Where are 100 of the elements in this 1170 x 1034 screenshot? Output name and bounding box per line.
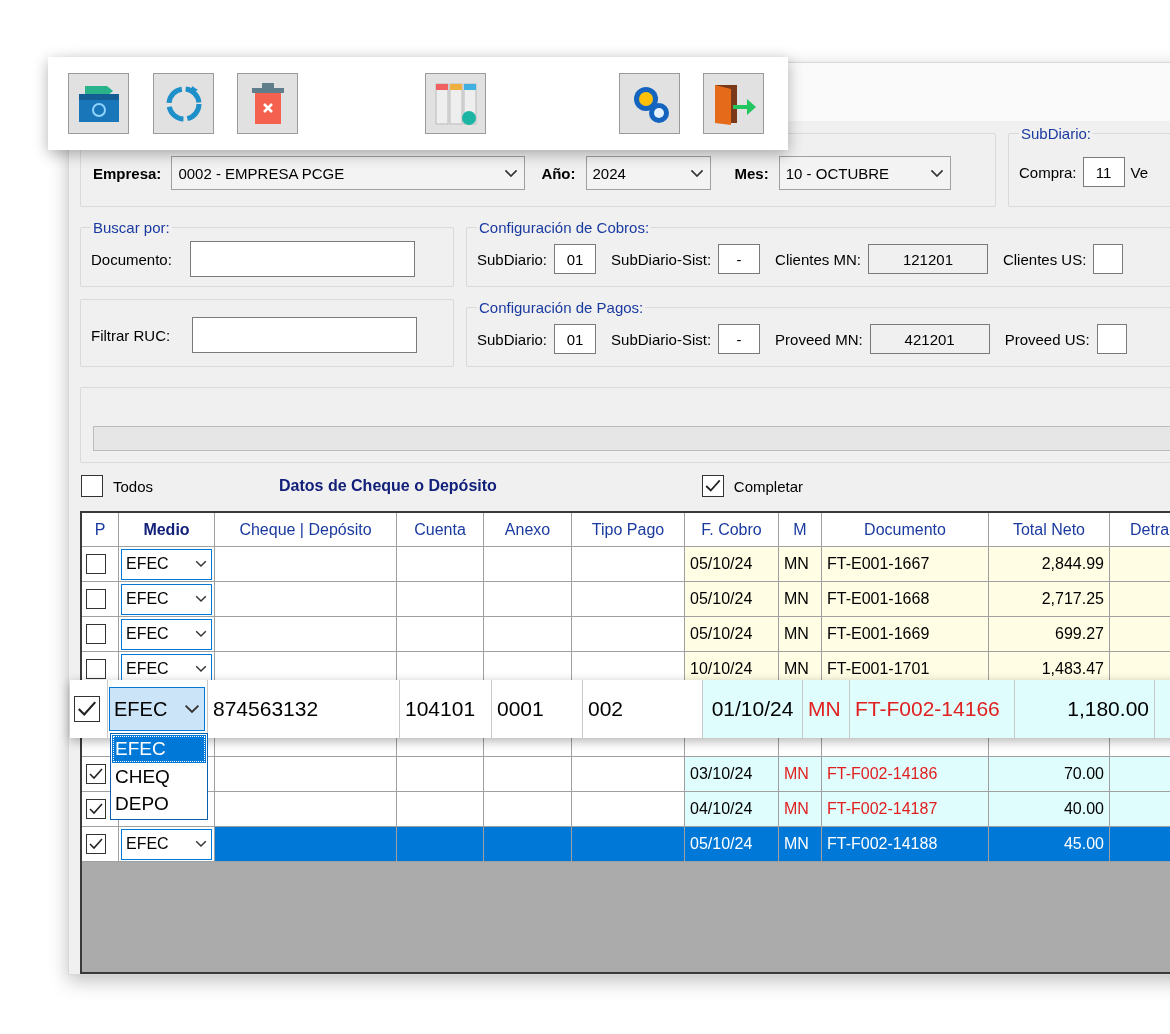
section-title: Datos de Cheque o Depósito [279, 477, 497, 495]
table-cell: MN [779, 757, 822, 791]
table-cell: FT-E001-1667 [822, 547, 989, 581]
table-cell: 104101 [400, 680, 492, 738]
checkbox[interactable] [86, 799, 106, 819]
checkbox[interactable] [86, 589, 106, 609]
caret-icon [504, 168, 519, 178]
table-cell: 03/10/24 [685, 757, 779, 791]
toolbar-button[interactable] [68, 73, 129, 134]
caret-icon [195, 630, 207, 638]
table-cell: FT-E001-1668 [822, 582, 989, 616]
readonly-field[interactable]: - [718, 324, 761, 354]
check-icon [703, 477, 722, 495]
field-label: SubDiario-Sist: [611, 330, 712, 348]
checkbox-label: Todos [113, 477, 154, 495]
field-label: Filtrar RUC: [91, 326, 171, 344]
toolbar-button[interactable] [153, 73, 214, 134]
medio-select[interactable]: EFEC [121, 548, 212, 580]
field-label: Empresa: [93, 164, 162, 182]
caret-icon [184, 704, 200, 714]
folder-refresh-icon [76, 83, 121, 124]
field-label: SubDiario: [477, 250, 548, 268]
table-cell [1110, 792, 1170, 826]
checkbox[interactable] [81, 475, 103, 497]
readonly-field[interactable]: 421201 [869, 324, 990, 354]
table-cell: 01/10/24 [703, 680, 803, 738]
input-field[interactable] [192, 317, 418, 353]
columns-icon [433, 81, 478, 126]
table-cell: FT-F002-14186 [822, 757, 989, 791]
checkbox[interactable] [86, 554, 106, 574]
field-label: Clientes MN: [775, 250, 861, 268]
field-label: SubDiario: [477, 330, 548, 348]
medio-select[interactable]: EFEC [121, 583, 212, 615]
readonly-field[interactable]: 01 [554, 324, 597, 354]
toolbar-button[interactable] [619, 73, 680, 134]
checkbox[interactable] [74, 696, 100, 722]
table-cell: FT-F002-14166 [850, 680, 1015, 738]
checkbox[interactable] [86, 659, 106, 679]
medio-select[interactable]: EFEC [121, 828, 212, 860]
table-row[interactable]: EFEC 05/10/24 MN FT-E001-1669 699.27 [82, 617, 1170, 652]
caret-icon [195, 665, 207, 673]
readonly-field[interactable] [1093, 244, 1124, 274]
checkbox[interactable] [86, 624, 106, 644]
table-cell: 2,844.99 [989, 547, 1110, 581]
table-cell: MN [779, 582, 822, 616]
checkbox[interactable] [701, 475, 724, 497]
month-select[interactable]: 10 - OCTUBRE [778, 156, 951, 190]
readonly-field[interactable] [1096, 324, 1127, 354]
table-cell: MN [779, 792, 822, 826]
check-icon [88, 766, 104, 782]
field-label: Compra: [1019, 163, 1077, 181]
table-cell: MN [779, 617, 822, 651]
checkbox[interactable] [86, 834, 106, 854]
field-label: Proveed MN: [775, 330, 863, 348]
table-row[interactable]: EFEC 05/10/24 MN FT-E001-1668 2,717.25 [82, 582, 1170, 617]
table-row[interactable]: EFEC 05/10/24 MN FT-E001-1667 2,844.99 [82, 547, 1170, 582]
caret-icon [929, 168, 944, 178]
trash-icon [249, 81, 286, 126]
caret-icon [195, 595, 207, 603]
checkbox-label: Completar [733, 477, 804, 495]
field-label: Clientes US: [1002, 250, 1087, 268]
year-select[interactable]: 2024 [585, 156, 711, 190]
table-cell: 04/10/24 [685, 792, 779, 826]
table-cell: 70.00 [989, 757, 1110, 791]
table-cell: 699.27 [989, 617, 1110, 651]
field-label: Proveed US: [1004, 330, 1090, 348]
field-label: Documento: [91, 250, 172, 268]
check-icon [88, 801, 104, 817]
toolbar-button[interactable] [703, 73, 764, 134]
group-title: Buscar por: [92, 220, 171, 236]
table-cell: 874563132 [208, 680, 400, 738]
dropdown-option[interactable]: EFEC [112, 735, 206, 763]
field-label: SubDiario-Sist: [611, 250, 712, 268]
table-row[interactable]: EFEC 05/10/24 MN FT-F002-14188 45.00 [82, 827, 1170, 862]
readonly-field[interactable]: 121201 [867, 244, 988, 274]
field-label: Año: [541, 164, 576, 182]
table-cell: 05/10/24 [685, 582, 779, 616]
group-title: SubDiario: [1020, 126, 1093, 142]
table-cell: 05/10/24 [685, 547, 779, 581]
caret-icon [195, 840, 207, 848]
caret-icon [689, 168, 704, 178]
table-cell [1110, 617, 1170, 651]
medio-select[interactable]: EFEC [121, 618, 212, 650]
toolbar-button[interactable] [237, 73, 298, 134]
table-cell [1110, 582, 1170, 616]
group-title: Configuración de Cobros: [478, 220, 651, 236]
field-label: Mes: [734, 164, 769, 182]
company-select[interactable]: 0002 - EMPRESA PCGE [171, 156, 526, 190]
readonly-field[interactable]: 01 [554, 244, 597, 274]
checkbox[interactable] [86, 764, 106, 784]
check-icon [88, 836, 104, 852]
input-field[interactable] [189, 241, 415, 277]
table-cell: 2,717.25 [989, 582, 1110, 616]
input-field[interactable]: 11 [1082, 157, 1125, 187]
table-cell: FT-E001-1669 [822, 617, 989, 651]
table-cell: 1,180.00 [1015, 680, 1155, 738]
group-title: Configuración de Pagos: [478, 300, 645, 316]
readonly-field[interactable]: - [718, 244, 761, 274]
table-cell: FT-F002-14187 [822, 792, 989, 826]
medio-select[interactable]: EFEC [109, 687, 205, 731]
